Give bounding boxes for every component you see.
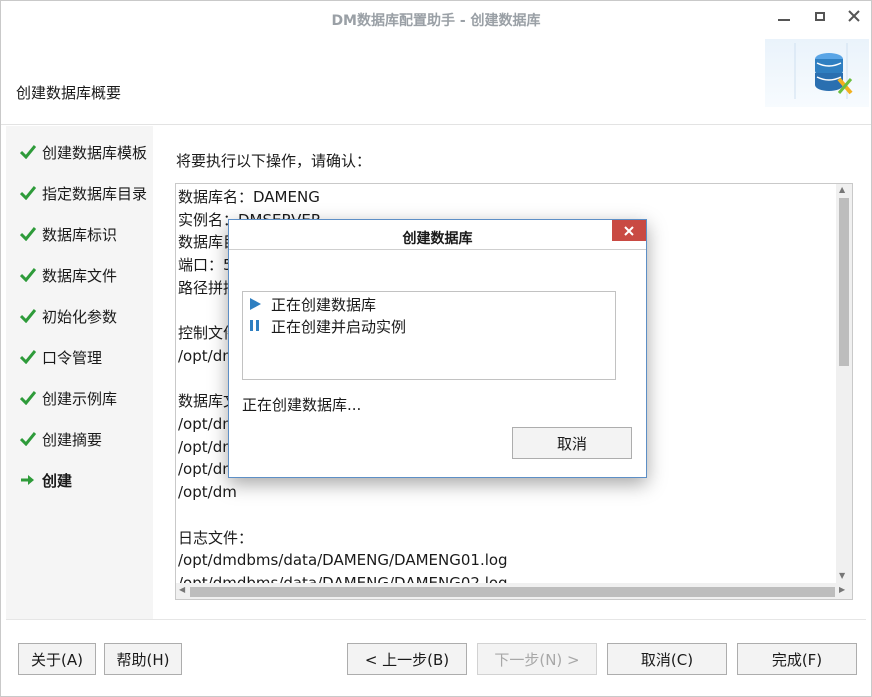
scroll-right-icon[interactable]: ▶ <box>839 585 845 594</box>
checkmark-icon <box>20 307 40 325</box>
checkmark-icon <box>20 225 40 243</box>
dialog-cancel-button[interactable]: 取消 <box>512 427 632 459</box>
close-icon <box>848 10 860 22</box>
confirm-text: 将要执行以下操作，请确认： <box>176 152 372 170</box>
checkmark-icon <box>20 184 40 202</box>
step-list: 创建数据库模板 指定数据库目录 数据库标识 数据库文件 初始化参数 口令管理 创… <box>6 126 153 619</box>
minimize-button[interactable] <box>771 5 797 27</box>
scroll-up-icon[interactable]: ▲ <box>839 185 845 194</box>
close-button[interactable] <box>841 5 867 27</box>
step-label: 口令管理 <box>42 348 103 367</box>
step-item-init-params: 初始化参数 <box>20 305 117 327</box>
checkmark-icon <box>20 348 40 366</box>
checkmark-icon <box>20 266 40 284</box>
config-assistant-window: DM数据库配置助手 - 创建数据库 创建数据库概要 创建数据库模板 指定数据库目… <box>0 0 872 697</box>
summary-line: /opt/dmdbms/data/DAMENG/DAMENG01.log <box>178 551 508 570</box>
about-button[interactable]: 关于(A) <box>18 643 96 675</box>
step-item-identifier: 数据库标识 <box>20 223 117 245</box>
maximize-icon <box>815 11 825 21</box>
help-button[interactable]: 帮助(H) <box>104 643 182 675</box>
step-label: 数据库标识 <box>42 225 118 244</box>
step-label: 创建示例库 <box>42 389 118 408</box>
summary-line <box>178 504 836 527</box>
horizontal-scroll-thumb[interactable] <box>190 587 835 597</box>
step-item-sample-db: 创建示例库 <box>20 387 117 409</box>
dialog-title: 创建数据库 <box>229 220 646 250</box>
step-label: 初始化参数 <box>42 307 118 326</box>
next-button[interactable]: 下一步(N) > <box>477 643 597 675</box>
cancel-button[interactable]: 取消(C) <box>607 643 727 675</box>
minimize-icon <box>778 19 790 21</box>
summary-line: /opt/dmdbms/data/DAMENG/DAMENG02.log <box>178 573 508 583</box>
step-item-summary: 创建摘要 <box>20 428 102 450</box>
step-item-password: 口令管理 <box>20 346 102 368</box>
database-config-logo <box>765 39 869 107</box>
summary-line: 数据库名：DAMENG <box>178 188 320 206</box>
task-item: 正在创建并启动实例 <box>248 316 406 336</box>
step-label: 创建 <box>42 471 73 490</box>
prev-button[interactable]: < 上一步(B) <box>347 643 467 675</box>
progress-status: 正在创建数据库... <box>242 396 362 414</box>
task-label: 正在创建数据库 <box>271 295 377 314</box>
task-item: 正在创建数据库 <box>248 294 376 314</box>
checkmark-icon <box>20 430 40 448</box>
play-icon <box>248 296 268 312</box>
close-icon <box>624 225 634 236</box>
title-bar: DM数据库配置助手 - 创建数据库 <box>1 1 871 35</box>
step-item-directory: 指定数据库目录 <box>20 182 147 204</box>
step-item-template: 创建数据库模板 <box>20 141 147 163</box>
step-label: 数据库文件 <box>42 266 118 285</box>
step-label: 指定数据库目录 <box>42 184 148 203</box>
horizontal-scrollbar[interactable]: ◀ ▶ <box>176 583 852 599</box>
step-label: 创建摘要 <box>42 430 103 449</box>
database-icon <box>794 43 853 99</box>
scroll-left-icon[interactable]: ◀ <box>179 585 185 594</box>
vertical-scroll-thumb[interactable] <box>839 198 849 366</box>
create-database-dialog: 创建数据库 正在创建数据库 正在创建并启动实例 正在创建数据库... 取消 <box>228 219 647 478</box>
maximize-button[interactable] <box>807 5 833 27</box>
arrow-right-icon <box>20 471 40 489</box>
checkmark-icon <box>20 143 40 161</box>
window-title: DM数据库配置助手 - 创建数据库 <box>331 13 541 29</box>
vertical-scrollbar[interactable]: ▲ ▼ <box>836 184 852 584</box>
step-label: 创建数据库模板 <box>42 143 148 162</box>
scroll-down-icon[interactable]: ▼ <box>839 571 845 580</box>
footer-divider <box>6 619 866 620</box>
checkmark-icon <box>20 389 40 407</box>
summary-line: 日志文件： <box>178 528 254 547</box>
page-title: 创建数据库概要 <box>16 84 122 102</box>
task-list: 正在创建数据库 正在创建并启动实例 <box>242 291 616 380</box>
finish-button[interactable]: 完成(F) <box>737 643 857 675</box>
pause-icon <box>248 318 268 334</box>
page-header: 创建数据库概要 <box>1 35 871 125</box>
step-item-files: 数据库文件 <box>20 264 117 286</box>
dialog-close-button[interactable] <box>612 220 646 241</box>
step-item-create: 创建 <box>20 469 72 491</box>
task-label: 正在创建并启动实例 <box>271 317 407 336</box>
summary-line: /opt/dm <box>178 483 237 502</box>
